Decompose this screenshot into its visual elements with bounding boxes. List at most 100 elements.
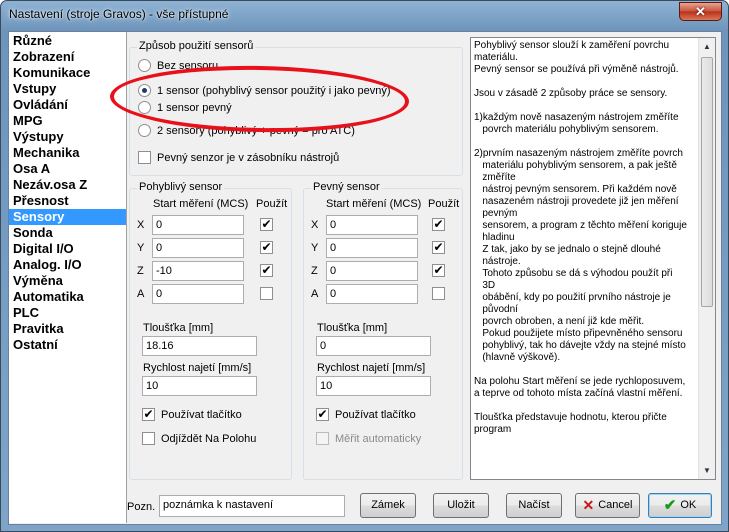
sidebar-item-komunikace[interactable]: Komunikace (9, 65, 126, 81)
scroll-thumb[interactable] (701, 57, 713, 307)
sidebar-item-ruzne[interactable]: Různé (9, 33, 126, 49)
sidebar-item-sensory[interactable]: Sensory (9, 209, 126, 225)
help-text: Pohyblivý sensor slouží k zaměření povrc… (474, 40, 687, 435)
fixed-use-button-checkbox[interactable]: ✔ Používat tlačítko (316, 408, 416, 421)
moving-use-button-checkbox[interactable]: ✔ Používat tlačítko (142, 408, 242, 421)
sidebar-item-nezav-osa-z[interactable]: Nezáv.osa Z (9, 177, 126, 193)
note-label: Pozn. (127, 501, 156, 513)
fixed-speed-label: Rychlost najetí [mm/s] (317, 362, 426, 374)
radio-one-moving-sensor[interactable]: 1 sensor (pohyblivý sensor použitý i jak… (138, 84, 391, 97)
sidebar-item-automatika[interactable]: Automatika (9, 289, 126, 305)
moving-sensor-title: Pohyblivý sensor (137, 181, 225, 193)
axis-x-label: X (137, 219, 145, 231)
moving-sensor-group: Pohyblivý sensor Start měření (MCS) Použ… (129, 181, 292, 480)
moving-use-x-checkbox[interactable]: ✔ (260, 218, 273, 231)
sidebar-item-sonda[interactable]: Sonda (9, 225, 126, 241)
moving-use-z-checkbox[interactable]: ✔ (260, 264, 273, 277)
axis-z-label: Z (137, 265, 144, 277)
checkbox-box[interactable] (142, 432, 155, 445)
fixed-thickness-label: Tloušťka [mm] (317, 322, 388, 334)
radio-two-sensors[interactable]: 2 sensory (pohyblivý + pevný = pro ATC) (138, 124, 355, 137)
ok-check-icon: ✔ (663, 497, 677, 514)
fixed-start-z-input[interactable]: 0 (326, 261, 418, 281)
client-area: Různé Zobrazení Komunikace Vstupy Ovládá… (8, 31, 722, 525)
fixed-use-z-checkbox[interactable]: ✔ (432, 264, 445, 277)
sidebar-item-plc[interactable]: PLC (9, 305, 126, 321)
moving-use-y-checkbox[interactable]: ✔ (260, 241, 273, 254)
fixed-use-header: Použít (428, 198, 460, 210)
ok-button[interactable]: ✔ OK (648, 493, 712, 518)
lock-button[interactable]: Zámek (360, 493, 416, 518)
checkbox-box[interactable] (138, 151, 151, 164)
sidebar-item-ostatni[interactable]: Ostatní (9, 337, 126, 353)
moving-thickness-label: Tloušťka [mm] (143, 322, 214, 334)
help-scrollbar[interactable]: ▲ ▼ (698, 38, 715, 479)
load-button-label: Načíst (518, 499, 550, 511)
fixed-speed-input[interactable]: 10 (316, 376, 431, 396)
sidebar-item-analog-io[interactable]: Analog. I/O (9, 257, 126, 273)
axis-y-label: Y (137, 242, 145, 254)
sidebar-item-digital-io[interactable]: Digital I/O (9, 241, 126, 257)
checkbox-label: Používat tlačítko (335, 408, 416, 421)
fixed-start-x-input[interactable]: 0 (326, 215, 418, 235)
moving-start-x-input[interactable]: 0 (152, 215, 244, 235)
radio-label: Bez sensoru (157, 59, 219, 72)
radio-circle[interactable] (138, 84, 151, 97)
moving-use-a-checkbox[interactable] (260, 287, 273, 300)
sidebar-item-vstupy[interactable]: Vstupy (9, 81, 126, 97)
sidebar-item-osa-a[interactable]: Osa A (9, 161, 126, 177)
scroll-up-icon[interactable]: ▲ (699, 38, 715, 55)
sidebar-item-mechanika[interactable]: Mechanika (9, 145, 126, 161)
radio-one-fixed-sensor[interactable]: 1 sensor pevný (138, 101, 232, 114)
fixed-measure-auto-checkbox: Měřit automaticky (316, 432, 421, 445)
moving-start-a-input[interactable]: 0 (152, 284, 244, 304)
moving-start-y-input[interactable]: 0 (152, 238, 244, 258)
save-button-label: Uložit (447, 499, 475, 511)
fixed-use-x-checkbox[interactable]: ✔ (432, 218, 445, 231)
cancel-button[interactable]: ✕ Cancel (575, 493, 640, 518)
radio-circle[interactable] (138, 59, 151, 72)
sidebar-item-mpg[interactable]: MPG (9, 113, 126, 129)
close-window-button[interactable]: ✕ (679, 2, 722, 21)
sidebar-item-zobrazeni[interactable]: Zobrazení (9, 49, 126, 65)
sidebar-item-pravitka[interactable]: Pravitka (9, 321, 126, 337)
close-icon: ✕ (695, 4, 706, 19)
fixed-thickness-input[interactable]: 0 (316, 336, 431, 356)
fixed-use-y-checkbox[interactable]: ✔ (432, 241, 445, 254)
radio-circle[interactable] (138, 101, 151, 114)
save-button[interactable]: Uložit (433, 493, 489, 518)
scroll-down-icon[interactable]: ▼ (699, 462, 715, 479)
checkbox-label: Odjíždět Na Polohu (161, 432, 257, 445)
radio-circle[interactable] (138, 124, 151, 137)
moving-thickness-input[interactable]: 18.16 (142, 336, 257, 356)
radio-label: 1 sensor (pohyblivý sensor použitý i jak… (157, 84, 391, 97)
note-input[interactable]: poznámka k nastavení (159, 495, 345, 517)
settings-window: Nastavení (stroje Gravos) - vše přístupn… (0, 0, 729, 532)
fixed-sensor-title: Pevný sensor (311, 181, 382, 193)
checkbox-box[interactable]: ✔ (142, 408, 155, 421)
checkbox-box[interactable]: ✔ (316, 408, 329, 421)
category-list: Různé Zobrazení Komunikace Vstupy Ovládá… (9, 32, 127, 523)
axis-x-label: X (311, 219, 319, 231)
axis-z-label: Z (311, 265, 318, 277)
title-bar[interactable]: Nastavení (stroje Gravos) - vše přístupn… (1, 1, 728, 29)
moving-return-position-checkbox[interactable]: Odjíždět Na Polohu (142, 432, 256, 445)
moving-start-z-input[interactable]: -10 (152, 261, 244, 281)
sidebar-item-vystupy[interactable]: Výstupy (9, 129, 126, 145)
sidebar-item-vymena[interactable]: Výměna (9, 273, 126, 289)
moving-start-header: Start měření (MCS) (153, 198, 249, 210)
moving-speed-input[interactable]: 10 (142, 376, 257, 396)
fixed-sensor-group: Pevný sensor Start měření (MCS) Použít X… (303, 181, 463, 480)
load-button[interactable]: Načíst (506, 493, 562, 518)
checkbox-label: Měřit automaticky (335, 432, 422, 445)
sidebar-item-presnost[interactable]: Přesnost (9, 193, 126, 209)
fixed-start-y-input[interactable]: 0 (326, 238, 418, 258)
fixed-start-a-input[interactable]: 0 (326, 284, 418, 304)
checkbox-fixed-in-magazine[interactable]: Pevný senzor je v zásobníku nástrojů (138, 151, 339, 164)
fixed-use-a-checkbox[interactable] (432, 287, 445, 300)
sidebar-item-ovladani[interactable]: Ovládání (9, 97, 126, 113)
axis-a-label: A (137, 288, 145, 300)
radio-no-sensor[interactable]: Bez sensoru (138, 59, 218, 72)
moving-use-header: Použít (256, 198, 288, 210)
radio-label: 1 sensor pevný (157, 101, 232, 114)
